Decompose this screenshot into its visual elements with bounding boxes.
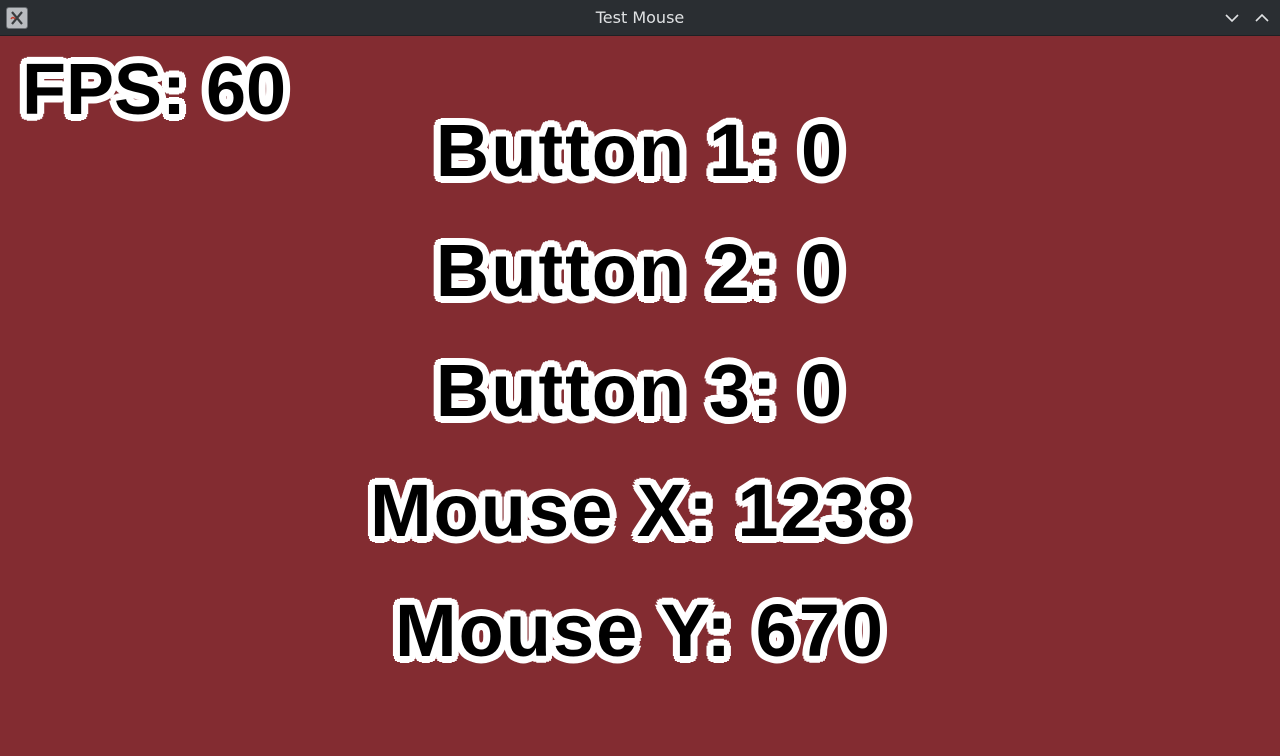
window-title: Test Mouse <box>595 8 685 27</box>
mouse-x-readout: Mouse X: 1238 <box>369 469 911 552</box>
maximize-button[interactable] <box>1250 6 1274 30</box>
title-bar[interactable]: Test Mouse <box>0 0 1280 36</box>
mouse-y-readout: Mouse Y: 670 <box>394 589 886 672</box>
button-3-status: Button 3: 0 <box>435 349 845 432</box>
game-canvas[interactable]: FPS: 60 Button 1: 0 Button 2: 0 Button 3… <box>0 36 1280 756</box>
chevron-down-icon <box>1225 14 1239 23</box>
chevron-up-icon <box>1255 13 1269 22</box>
minimize-button[interactable] <box>1220 6 1244 30</box>
app-window: Test Mouse FPS: 60 Button 1: 0 Button 2:… <box>0 0 1280 756</box>
button-1-status: Button 1: 0 <box>435 109 845 192</box>
button-2-status: Button 2: 0 <box>435 229 845 312</box>
